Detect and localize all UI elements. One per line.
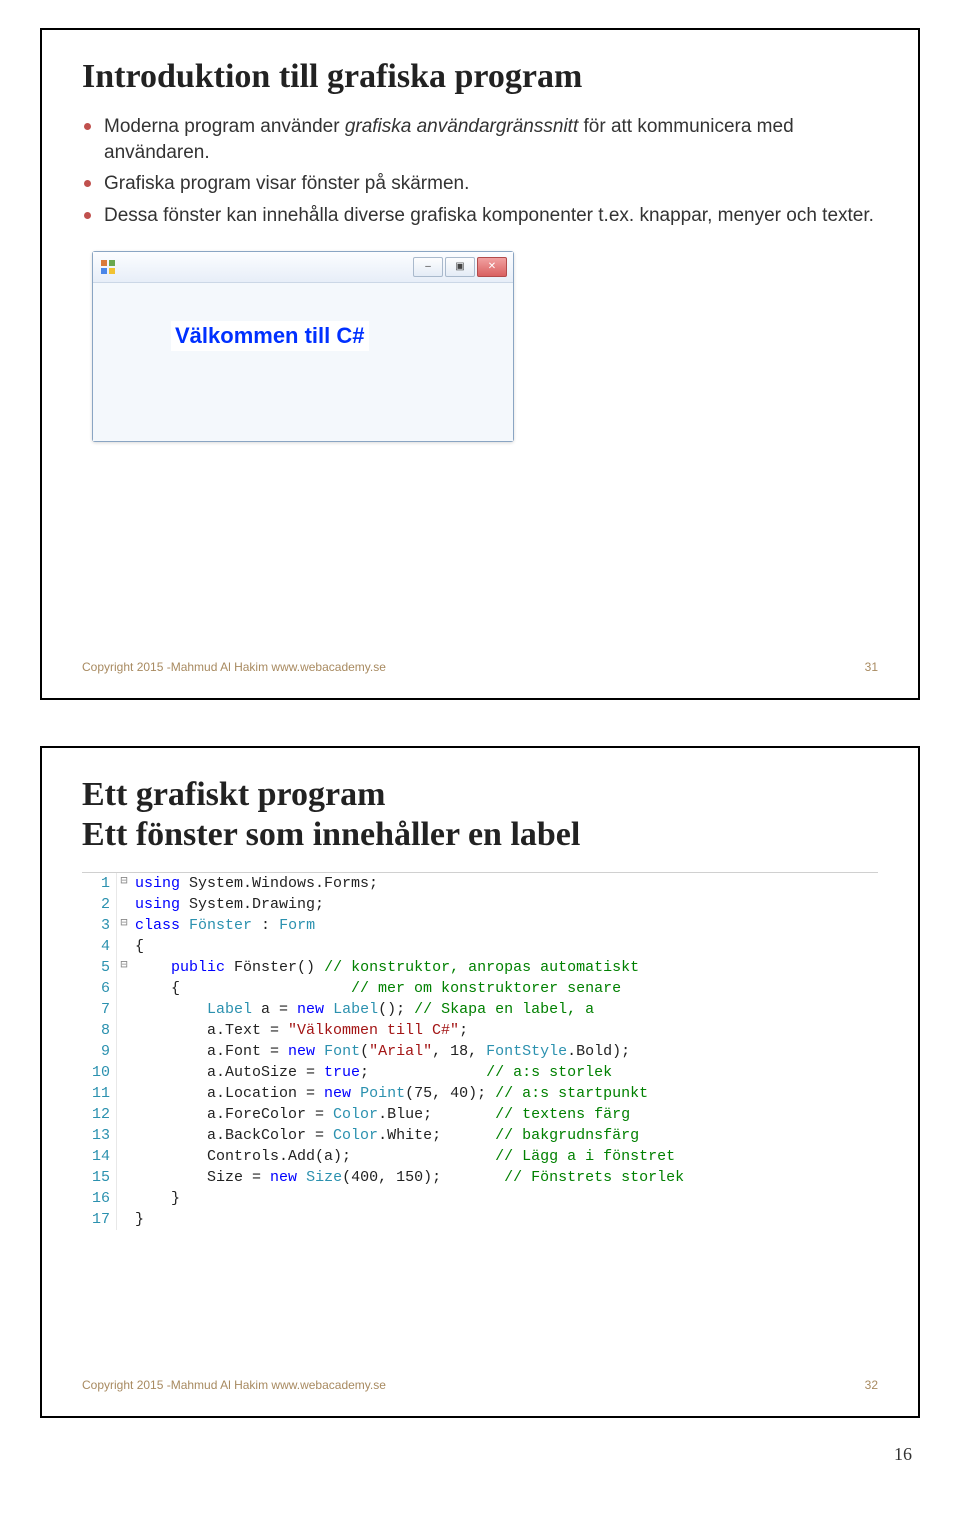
slide1-footer-right: 31	[865, 660, 878, 674]
code-source: a.Text = "Välkommen till C#";	[131, 1020, 878, 1041]
bullet-1-pre: Moderna program använder	[104, 116, 345, 137]
code-source: Label a = new Label(); // Skapa en label…	[131, 999, 878, 1020]
fold-gutter-icon	[117, 1041, 131, 1062]
code-source: { // mer om konstruktorer senare	[131, 978, 878, 999]
close-button[interactable]: ✕	[477, 257, 507, 277]
slide2-footer: Copyright 2015 -Mahmud Al Hakim www.weba…	[82, 1378, 878, 1392]
line-number: 4	[82, 936, 117, 957]
slide2-footer-right: 32	[865, 1378, 878, 1392]
window-titlebar: – ▣ ✕	[93, 252, 513, 283]
line-number: 8	[82, 1020, 117, 1041]
code-source: class Fönster : Form	[131, 915, 878, 936]
code-source: Size = new Size(400, 150); // Fönstrets …	[131, 1167, 878, 1188]
code-line: 16 }	[82, 1188, 878, 1209]
code-source: a.Font = new Font("Arial", 18, FontStyle…	[131, 1041, 878, 1062]
fold-gutter-icon	[117, 1062, 131, 1083]
fold-gutter-icon: ⊟	[117, 915, 131, 936]
line-number: 5	[82, 957, 117, 978]
window-buttons: – ▣ ✕	[413, 257, 507, 277]
code-line: 15 Size = new Size(400, 150); // Fönstre…	[82, 1167, 878, 1188]
code-source: a.Location = new Point(75, 40); // a:s s…	[131, 1083, 878, 1104]
maximize-button[interactable]: ▣	[445, 257, 475, 277]
line-number: 14	[82, 1146, 117, 1167]
fold-gutter-icon	[117, 999, 131, 1020]
bullet-2-pre: Grafiska program visar fönster på skärme…	[104, 173, 469, 194]
code-line: 14 Controls.Add(a); // Lägg a i fönstret	[82, 1146, 878, 1167]
code-source: using System.Windows.Forms;	[131, 873, 878, 894]
code-source: }	[131, 1188, 878, 1209]
code-source: }	[131, 1209, 878, 1230]
slide2-footer-left: Copyright 2015 -Mahmud Al Hakim www.weba…	[82, 1378, 386, 1392]
code-line: 8 a.Text = "Välkommen till C#";	[82, 1020, 878, 1041]
fold-gutter-icon	[117, 1146, 131, 1167]
line-number: 12	[82, 1104, 117, 1125]
code-source: public Fönster() // konstruktor, anropas…	[131, 957, 878, 978]
slide2-title-line2: Ett fönster som innehåller en label	[82, 816, 878, 854]
code-line: 5⊟ public Fönster() // konstruktor, anro…	[82, 957, 878, 978]
bullet-3: Dessa fönster kan innehålla diverse graf…	[82, 203, 878, 229]
slide-2: Ett grafiskt program Ett fönster som inn…	[40, 746, 920, 1418]
code-line: 12 a.ForeColor = Color.Blue; // textens …	[82, 1104, 878, 1125]
line-number: 10	[82, 1062, 117, 1083]
code-source: Controls.Add(a); // Lägg a i fönstret	[131, 1146, 878, 1167]
bullet-2: Grafiska program visar fönster på skärme…	[82, 171, 878, 197]
slide1-footer-left: Copyright 2015 -Mahmud Al Hakim www.weba…	[82, 660, 386, 674]
slide2-title-line1: Ett grafiskt program	[82, 776, 878, 814]
line-number: 7	[82, 999, 117, 1020]
line-number: 6	[82, 978, 117, 999]
fold-gutter-icon	[117, 936, 131, 957]
code-line: 11 a.Location = new Point(75, 40); // a:…	[82, 1083, 878, 1104]
code-source: a.BackColor = Color.White; // bakgrudnsf…	[131, 1125, 878, 1146]
code-source: {	[131, 936, 878, 957]
line-number: 13	[82, 1125, 117, 1146]
fold-gutter-icon	[117, 1209, 131, 1230]
minimize-button[interactable]: –	[413, 257, 443, 277]
code-source: using System.Drawing;	[131, 894, 878, 915]
fold-gutter-icon	[117, 894, 131, 915]
code-line: 4{	[82, 936, 878, 957]
fold-gutter-icon	[117, 1104, 131, 1125]
line-number: 3	[82, 915, 117, 936]
slide1-title: Introduktion till grafiska program	[82, 58, 878, 96]
line-number: 16	[82, 1188, 117, 1209]
fold-gutter-icon	[117, 1125, 131, 1146]
line-number: 2	[82, 894, 117, 915]
fold-gutter-icon	[117, 1188, 131, 1209]
code-listing: 1⊟using System.Windows.Forms;2using Syst…	[82, 872, 878, 1230]
bullet-3-pre: Dessa fönster kan innehålla diverse graf…	[104, 205, 874, 226]
code-line: 7 Label a = new Label(); // Skapa en lab…	[82, 999, 878, 1020]
code-line: 10 a.AutoSize = true; // a:s storlek	[82, 1062, 878, 1083]
slide-1: Introduktion till grafiska program Moder…	[40, 28, 920, 700]
bullet-1-em: grafiska användargränssnitt	[345, 116, 578, 137]
app-icon	[101, 260, 115, 274]
code-line: 9 a.Font = new Font("Arial", 18, FontSty…	[82, 1041, 878, 1062]
fold-gutter-icon: ⊟	[117, 873, 131, 894]
code-source: a.AutoSize = true; // a:s storlek	[131, 1062, 878, 1083]
line-number: 9	[82, 1041, 117, 1062]
line-number: 15	[82, 1167, 117, 1188]
sample-window: – ▣ ✕ Välkommen till C#	[92, 251, 514, 442]
fold-gutter-icon	[117, 1083, 131, 1104]
code-line: 2 using System.Drawing;	[82, 894, 878, 915]
bullet-1: Moderna program använder grafiska använd…	[82, 114, 878, 165]
fold-gutter-icon	[117, 978, 131, 999]
code-source: a.ForeColor = Color.Blue; // textens fär…	[131, 1104, 878, 1125]
fold-gutter-icon	[117, 1020, 131, 1041]
code-line: 13 a.BackColor = Color.White; // bakgrud…	[82, 1125, 878, 1146]
code-line: 6 { // mer om konstruktorer senare	[82, 978, 878, 999]
code-line: 3⊟class Fönster : Form	[82, 915, 878, 936]
line-number: 1	[82, 873, 117, 894]
welcome-label: Välkommen till C#	[171, 321, 369, 351]
line-number: 17	[82, 1209, 117, 1230]
code-line: 1⊟using System.Windows.Forms;	[82, 873, 878, 894]
page-number: 16	[0, 1418, 960, 1475]
slide1-footer: Copyright 2015 -Mahmud Al Hakim www.weba…	[82, 660, 878, 674]
window-client-area: Välkommen till C#	[93, 283, 513, 441]
fold-gutter-icon	[117, 1167, 131, 1188]
code-line: 17}	[82, 1209, 878, 1230]
slide1-bullets: Moderna program använder grafiska använd…	[82, 114, 878, 229]
fold-gutter-icon: ⊟	[117, 957, 131, 978]
line-number: 11	[82, 1083, 117, 1104]
